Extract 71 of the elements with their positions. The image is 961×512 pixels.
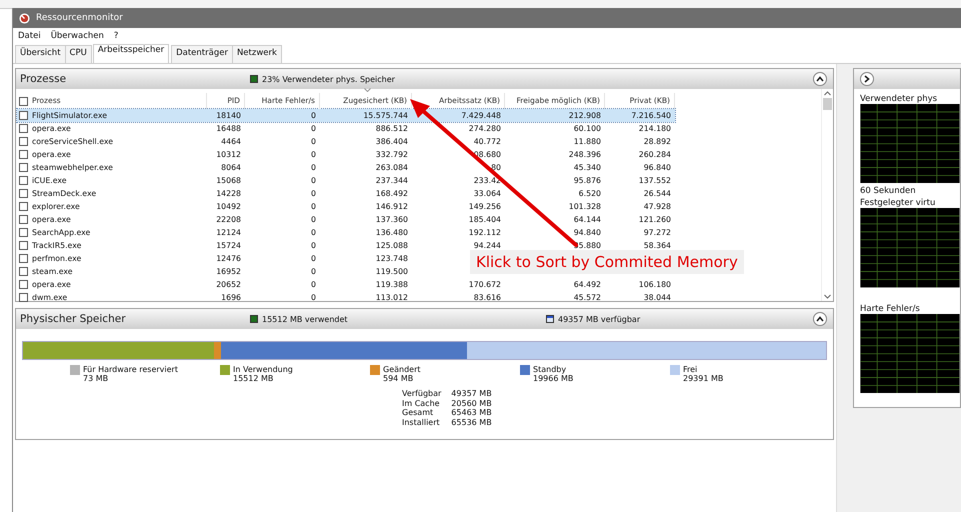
graph-caption: 60 Sekunden: [859, 186, 917, 196]
checkbox[interactable]: [19, 202, 28, 211]
stat-value: 49357 MB: [451, 389, 492, 398]
checkbox[interactable]: [19, 241, 28, 250]
panel-title: Prozesse: [20, 73, 68, 85]
panel-header[interactable]: Prozesse 23% Verwendeter phys. Speicher: [16, 69, 834, 89]
legend-label: Für Hardware reserviert: [83, 365, 178, 374]
checkbox[interactable]: [19, 96, 28, 106]
legend-value: 594 MB: [383, 374, 414, 383]
legend-value: 19966 MB: [533, 374, 574, 383]
legend-swatch: [250, 315, 258, 323]
checkbox[interactable]: [19, 228, 28, 237]
annotation-text: Klick to Sort by Commited Memory: [470, 250, 744, 274]
legend-value: 29391 MB: [683, 374, 724, 383]
scroll-up-icon[interactable]: [824, 91, 832, 96]
stat-label: Gesamt: [402, 408, 434, 418]
checkbox[interactable]: [19, 267, 28, 276]
stat-label: Installiert: [402, 418, 441, 427]
chevron-up-icon: [816, 316, 824, 322]
stat-label: Verfügbar: [402, 389, 442, 398]
legend-swatch: [546, 315, 554, 323]
checkbox[interactable]: [19, 124, 28, 133]
sort-caret-icon: [364, 88, 371, 92]
graph-title: Harte Fehler/s: [859, 304, 921, 314]
scroll-down-icon[interactable]: [824, 294, 832, 299]
checkbox[interactable]: [19, 293, 28, 302]
checkbox[interactable]: [19, 280, 28, 289]
collapse-button[interactable]: [813, 312, 828, 326]
tab[interactable]: Datenträger: [171, 45, 233, 63]
checkbox[interactable]: [19, 189, 28, 198]
legend-label: Standby: [533, 365, 568, 374]
stat-label: Im Cache: [402, 398, 441, 408]
menu-item[interactable]: ?: [114, 30, 118, 40]
graph-title: Festgelegter virtu: [859, 198, 936, 208]
tab[interactable]: Netzwerk: [232, 45, 282, 63]
expand-button[interactable]: [860, 72, 874, 86]
status-text: 15512 MB verwendet: [262, 314, 348, 324]
menu-item[interactable]: Datei: [18, 30, 41, 40]
legend-value: 73 MB: [83, 374, 110, 383]
status-text: 49357 MB verfügbar: [558, 314, 640, 324]
checkbox[interactable]: [19, 137, 28, 146]
scrollbar[interactable]: [821, 89, 834, 301]
tab[interactable]: Übersicht: [15, 45, 66, 63]
scroll-thumb[interactable]: [823, 98, 832, 110]
legend-label: Frei: [683, 365, 698, 374]
checkbox[interactable]: [19, 163, 28, 172]
legend-label: Geändert: [383, 365, 421, 374]
checkbox[interactable]: [19, 254, 28, 263]
checkbox[interactable]: [19, 150, 28, 159]
chevron-right-icon: [864, 74, 870, 83]
chevron-up-icon: [816, 76, 824, 82]
panel-title: Physischer Speicher: [20, 313, 127, 325]
scrollbar[interactable]: [836, 64, 849, 512]
stat-value: 65536 MB: [451, 418, 492, 427]
stat-value: 65463 MB: [451, 408, 492, 418]
panel-header[interactable]: Physischer Speicher 15512 MB verwendet 49357 MB verfügbar: [16, 309, 834, 329]
window-title: Ressourcenmonitor: [36, 13, 123, 23]
collapse-button[interactable]: [813, 72, 828, 86]
checkbox[interactable]: [19, 176, 28, 185]
graph-title: Verwendeter phys: [859, 94, 938, 104]
stat-value: 20560 MB: [451, 398, 492, 408]
menu-item[interactable]: Überwachen: [50, 30, 104, 40]
tab[interactable]: CPU: [64, 45, 92, 63]
tab[interactable]: Arbeitsspeicher: [92, 44, 170, 63]
legend-swatch: [250, 75, 258, 83]
checkbox[interactable]: [19, 111, 28, 120]
legend-label: In Verwendung: [233, 365, 293, 374]
status-text: 23% Verwendeter phys. Speicher: [262, 74, 395, 84]
checkbox[interactable]: [19, 215, 28, 224]
gauge-icon: [19, 12, 30, 24]
legend-value: 15512 MB: [233, 374, 274, 383]
